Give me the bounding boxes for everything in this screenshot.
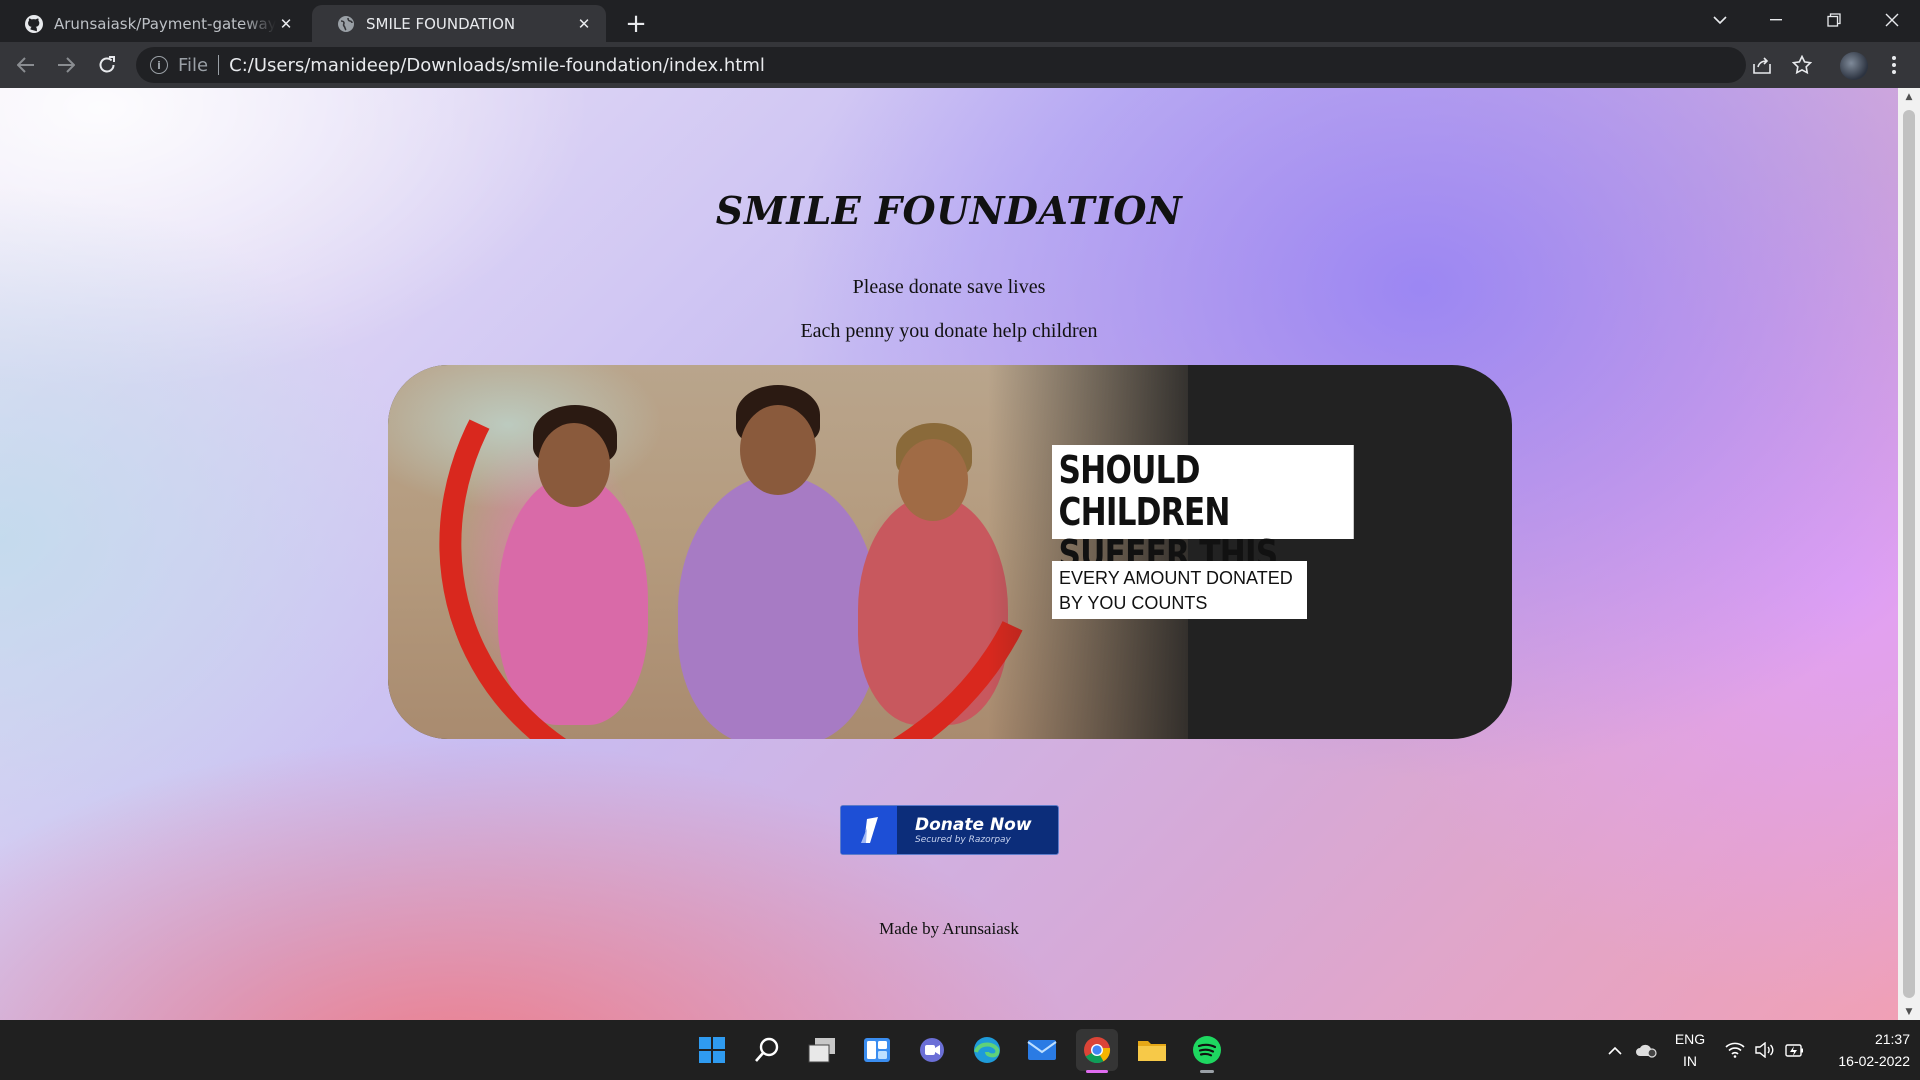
widgets-icon[interactable] — [856, 1029, 898, 1071]
battery-icon[interactable] — [1782, 1020, 1808, 1080]
scrollbar-thumb[interactable] — [1903, 110, 1915, 998]
page-viewport: SMILE FOUNDATION Please donate save live… — [0, 88, 1898, 1020]
bookmark-star-icon[interactable] — [1788, 51, 1816, 79]
clock-time: 21:37 — [1874, 1031, 1910, 1047]
razorpay-logo-icon — [841, 806, 897, 854]
system-clock[interactable]: 21:37 16-02-2022 — [1818, 1028, 1910, 1072]
file-explorer-icon[interactable] — [1131, 1029, 1173, 1071]
search-icon[interactable] — [746, 1029, 788, 1071]
chevron-up-icon[interactable] — [1602, 1020, 1628, 1080]
minimize-icon[interactable] — [1748, 0, 1804, 40]
tab-github[interactable]: Arunsaiask/Payment-gateway-: P ✕ — [0, 5, 308, 42]
browser-toolbar: i File C:/Users/manideep/Downloads/smile… — [0, 42, 1920, 88]
subtitle-donate: Please donate save lives — [852, 276, 1046, 298]
donation-banner-image: SHOULD CHILDREN SUFFER THIS WAY? EVERY A… — [388, 365, 1512, 739]
scroll-down-icon[interactable]: ▼ — [1898, 1003, 1920, 1020]
tab-search-icon[interactable] — [1692, 0, 1748, 40]
profile-avatar[interactable] — [1840, 52, 1868, 80]
taskbar: ENG IN 21:37 16-02-2022 — [0, 1020, 1920, 1080]
task-view-icon[interactable] — [801, 1029, 843, 1071]
secured-by-text: Secured by Razorpay — [915, 834, 1011, 845]
spotify-icon[interactable] — [1186, 1029, 1228, 1073]
page-title: SMILE FOUNDATION — [715, 188, 1183, 233]
info-icon[interactable]: i — [150, 56, 168, 74]
donate-button-label: Donate Now — [915, 814, 1032, 835]
volume-icon[interactable] — [1752, 1020, 1778, 1080]
active-indicator — [1086, 1070, 1108, 1073]
onedrive-icon[interactable] — [1632, 1020, 1660, 1080]
restore-icon[interactable] — [1806, 0, 1862, 40]
headline-line: SHOULD CHILDREN — [1058, 448, 1231, 534]
running-indicator — [1200, 1070, 1214, 1073]
scheme-label: File — [178, 54, 209, 76]
clock-date: 16-02-2022 — [1838, 1053, 1910, 1069]
windows-start-icon[interactable] — [691, 1029, 733, 1071]
divider — [218, 55, 220, 75]
tab-smile-foundation[interactable]: SMILE FOUNDATION ✕ — [312, 5, 606, 42]
address-bar[interactable]: i File C:/Users/manideep/Downloads/smile… — [136, 47, 1746, 83]
reload-icon[interactable] — [91, 49, 123, 81]
more-menu-icon[interactable] — [1880, 51, 1908, 79]
subline-line: BY YOU COUNTS — [1059, 593, 1208, 613]
back-icon[interactable] — [10, 49, 42, 81]
close-icon[interactable]: ✕ — [276, 14, 296, 34]
globe-icon — [336, 14, 356, 34]
teams-chat-icon[interactable] — [911, 1029, 953, 1071]
new-tab-icon[interactable]: + — [620, 8, 652, 40]
tab-strip: Arunsaiask/Payment-gateway-: P ✕ SMILE F… — [0, 0, 1920, 42]
share-icon[interactable] — [1748, 51, 1776, 79]
close-icon[interactable]: ✕ — [574, 14, 594, 34]
forward-icon[interactable] — [50, 49, 82, 81]
wifi-icon[interactable] — [1722, 1020, 1748, 1080]
tab-title: Arunsaiask/Payment-gateway-: P — [54, 14, 276, 33]
language-indicator[interactable]: ENG IN — [1668, 1028, 1712, 1072]
subline-line: EVERY AMOUNT DONATED — [1059, 568, 1293, 588]
chrome-icon[interactable] — [1076, 1029, 1118, 1073]
subtitle-penny: Each penny you donate help children — [800, 320, 1098, 342]
region-code: IN — [1683, 1053, 1697, 1069]
edge-icon[interactable] — [966, 1029, 1008, 1071]
banner-subline: EVERY AMOUNT DONATED BY YOU COUNTS — [1052, 561, 1307, 619]
mail-icon[interactable] — [1021, 1029, 1063, 1071]
github-icon — [24, 14, 44, 34]
donate-now-button[interactable]: Donate Now Secured by Razorpay — [840, 805, 1059, 855]
footer-credit: Made by Arunsaiask — [879, 919, 1019, 938]
banner-headline: SHOULD CHILDREN SUFFER THIS WAY? — [1052, 445, 1354, 617]
scroll-up-icon[interactable]: ▲ — [1898, 88, 1920, 105]
close-window-icon[interactable] — [1864, 0, 1920, 40]
language-code: ENG — [1674, 1031, 1706, 1047]
url-text[interactable]: C:/Users/manideep/Downloads/smile-founda… — [229, 55, 765, 76]
tab-title: SMILE FOUNDATION — [366, 14, 516, 33]
vertical-scrollbar[interactable]: ▲ ▼ — [1898, 88, 1920, 1020]
